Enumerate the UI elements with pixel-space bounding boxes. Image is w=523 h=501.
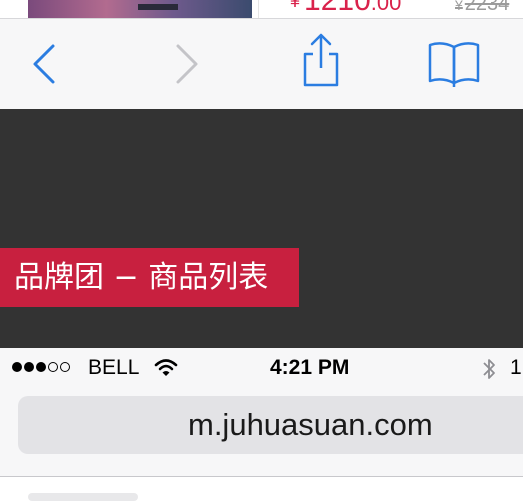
- original-price-value: 2234: [464, 0, 510, 15]
- section-title: 品牌团 − 商品列表: [0, 248, 299, 307]
- current-price: ¥1210.00: [290, 0, 401, 18]
- price-decimal: .00: [370, 0, 402, 15]
- currency-symbol: ¥: [290, 0, 301, 11]
- price-integer: 1210: [304, 0, 371, 17]
- share-button[interactable]: [296, 33, 346, 87]
- currency-symbol: ¥: [455, 0, 463, 13]
- back-button[interactable]: [19, 39, 69, 89]
- clock: 4:21 PM: [270, 356, 350, 379]
- url-text[interactable]: m.juhuasuan.com: [188, 396, 433, 454]
- share-icon: [303, 33, 339, 87]
- divider: [258, 0, 259, 18]
- product-image[interactable]: [28, 0, 252, 18]
- book-icon: [428, 42, 480, 87]
- browser-toolbar: [0, 18, 523, 110]
- address-bar: m.juhuasuan.com: [0, 388, 523, 477]
- wifi-icon: [154, 358, 178, 384]
- bookmarks-button[interactable]: [424, 39, 484, 89]
- bluetooth-icon: [481, 356, 497, 388]
- carrier-name: BELL: [88, 356, 140, 379]
- product-card[interactable]: ¥1210.00 ¥2234: [0, 0, 523, 18]
- page-header: [0, 109, 523, 348]
- signal-strength-icon: [12, 362, 70, 372]
- status-bar: BELL 4:21 PM 1: [0, 348, 523, 388]
- original-price: ¥2234: [455, 0, 509, 15]
- url-field[interactable]: m.juhuasuan.com: [18, 396, 523, 454]
- chevron-right-icon: [176, 44, 198, 84]
- battery-percent: 1: [510, 356, 522, 379]
- forward-button[interactable]: [162, 39, 212, 89]
- content-below: [0, 477, 523, 501]
- chevron-left-icon: [33, 44, 55, 84]
